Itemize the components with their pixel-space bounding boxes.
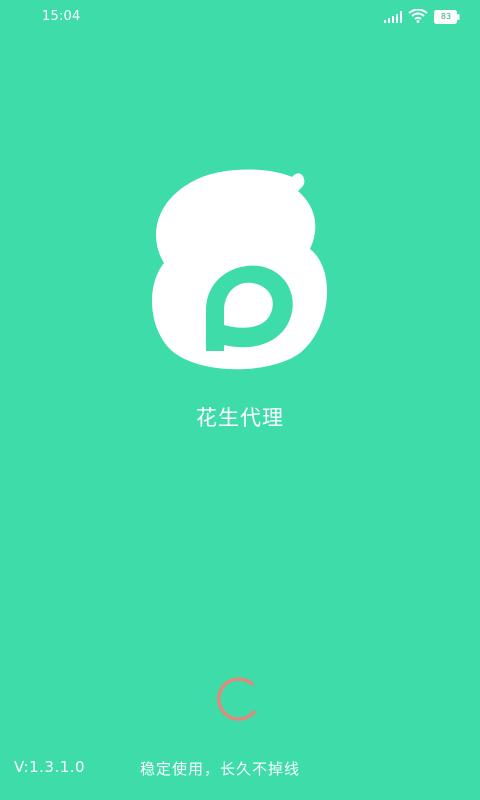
- signal-icon: [384, 11, 402, 23]
- status-time: 15:04: [42, 9, 81, 24]
- wifi-icon: [408, 9, 428, 23]
- peanut-p-logo-icon: [152, 169, 328, 370]
- app-title: 花生代理: [196, 406, 284, 430]
- status-bar: 15:04 83: [0, 0, 480, 34]
- battery-level: 83: [440, 12, 452, 21]
- version-label: V:1.3.1.0: [14, 758, 86, 776]
- loading-spinner-icon: [217, 677, 256, 721]
- slogan-text: 稳定使用，长久不掉线: [140, 760, 301, 778]
